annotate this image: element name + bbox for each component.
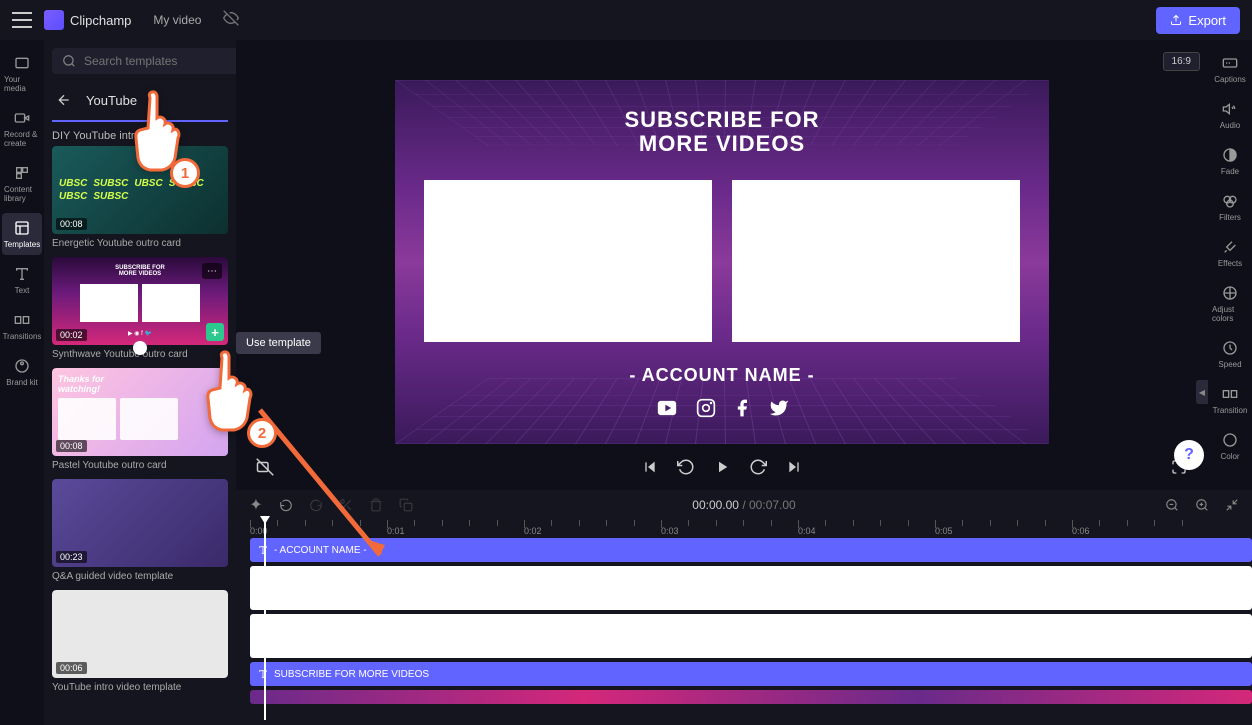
rail-brand-kit[interactable]: Brand kit <box>2 351 42 393</box>
rail-record-create[interactable]: Record & create <box>2 103 42 154</box>
template-duration: 00:23 <box>56 551 87 563</box>
copy-button[interactable] <box>398 497 414 513</box>
timeline-track-text[interactable]: SUBSCRIBE FOR MORE VIDEOS <box>250 662 1252 686</box>
aspect-ratio-badge[interactable]: 16:9 <box>1163 52 1200 71</box>
hamburger-menu[interactable] <box>12 12 32 28</box>
fit-button[interactable] <box>1224 497 1240 513</box>
template-duration: 00:06 <box>56 662 87 674</box>
rail-color[interactable]: Color <box>1210 425 1250 467</box>
template-card-selected[interactable]: SUBSCRIBE FORMORE VIDEOS ▶ ◉ f 🐦 ⋯ 00:02… <box>52 257 228 360</box>
skip-back-button[interactable] <box>641 458 659 476</box>
app-logo: Clipchamp <box>44 10 131 30</box>
template-card[interactable]: 00:06 YouTube intro video template <box>52 590 228 693</box>
rail-transitions[interactable]: Transitions <box>2 305 42 347</box>
template-duration: 00:08 <box>56 218 87 230</box>
export-button[interactable]: Export <box>1156 7 1240 34</box>
text-icon <box>258 669 268 679</box>
visibility-icon[interactable] <box>223 10 239 31</box>
play-button[interactable] <box>713 458 731 476</box>
annotation-hand-2: 2 <box>192 348 262 443</box>
rail-your-media[interactable]: Your media <box>2 48 42 99</box>
preview-account-name: - ACCOUNT NAME - <box>395 365 1049 386</box>
preview-title: SUBSCRIBE FORMORE VIDEOS <box>395 108 1049 156</box>
template-name: YouTube intro video template <box>52 682 228 693</box>
rail-content-library[interactable]: Content library <box>2 158 42 209</box>
timeline-track-text[interactable]: - ACCOUNT NAME - <box>250 538 1252 562</box>
rail-effects[interactable]: Effects <box>1210 232 1250 274</box>
template-duration: 00:08 <box>56 440 87 452</box>
preview-placeholder-left <box>424 180 712 342</box>
rewind-button[interactable] <box>677 458 695 476</box>
back-button[interactable] <box>52 88 76 112</box>
annotation-hand-1: 1 <box>120 88 190 183</box>
template-name: Energetic Youtube outro card <box>52 238 228 249</box>
rail-text[interactable]: Text <box>2 259 42 301</box>
skip-forward-button[interactable] <box>785 458 803 476</box>
search-icon <box>62 54 76 68</box>
rail-filters[interactable]: Filters <box>1210 186 1250 228</box>
rail-audio[interactable]: Audio <box>1210 94 1250 136</box>
scrubber-handle[interactable] <box>133 341 147 355</box>
rail-fade[interactable]: Fade <box>1210 140 1250 182</box>
help-button[interactable]: ? <box>1174 440 1204 470</box>
rail-transition[interactable]: Transition <box>1210 379 1250 421</box>
template-duration: 00:02 <box>56 329 87 341</box>
preview-placeholder-right <box>732 180 1020 342</box>
export-label: Export <box>1188 13 1226 28</box>
timeline-track-video[interactable] <box>250 614 1252 658</box>
template-more-button[interactable]: ⋯ <box>202 263 222 279</box>
instagram-icon <box>696 398 716 418</box>
facebook-icon <box>732 398 752 418</box>
timeline-track-video[interactable] <box>250 566 1252 610</box>
twitter-icon <box>768 398 790 418</box>
youtube-icon <box>654 398 680 418</box>
project-title[interactable]: My video <box>143 9 211 31</box>
template-add-button[interactable]: + <box>206 323 224 341</box>
timeline-ruler[interactable]: 0:000:010:020:030:040:050:06 <box>250 520 1252 538</box>
zoom-in-button[interactable] <box>1194 497 1210 513</box>
collapse-right-rail[interactable]: ◀ <box>1196 380 1208 404</box>
template-name: Q&A guided video template <box>52 571 228 582</box>
app-name: Clipchamp <box>70 13 131 28</box>
template-name: Pastel Youtube outro card <box>52 460 228 471</box>
rail-templates[interactable]: Templates <box>2 213 42 255</box>
rail-adjust-colors[interactable]: Adjust colors <box>1210 278 1250 329</box>
template-card[interactable]: 00:23 Q&A guided video template <box>52 479 228 582</box>
rail-captions[interactable]: Captions <box>1210 48 1250 90</box>
search-input[interactable] <box>84 54 236 68</box>
zoom-out-button[interactable] <box>1164 497 1180 513</box>
forward-button[interactable] <box>749 458 767 476</box>
preview-canvas[interactable]: SUBSCRIBE FORMORE VIDEOS - ACCOUNT NAME … <box>395 80 1049 444</box>
preview-social-icons <box>395 398 1049 418</box>
time-display: 00:00.00 / 00:07.00 <box>692 498 795 512</box>
rail-speed[interactable]: Speed <box>1210 333 1250 375</box>
search-bar[interactable] <box>52 48 236 74</box>
logo-icon <box>44 10 64 30</box>
timeline-track-bg[interactable] <box>250 690 1252 704</box>
